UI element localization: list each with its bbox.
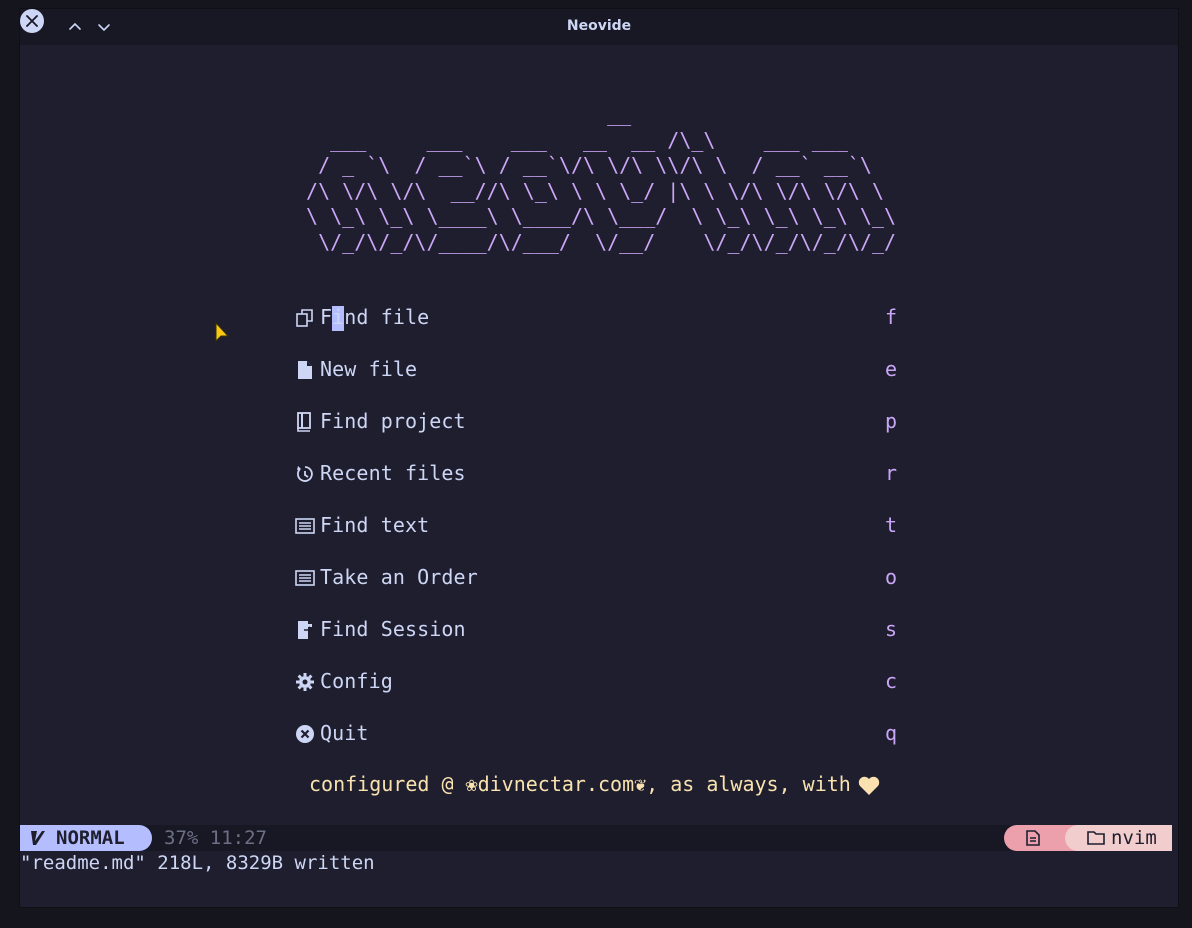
menu-label: Quit [320, 721, 369, 745]
directory-name: nvim [1111, 827, 1157, 849]
menu-key: f [885, 305, 898, 329]
dashboard-footer: configured @ ❀divnectar.com❦, as always,… [309, 772, 851, 796]
menu-key: s [885, 617, 898, 641]
menu-key: o [885, 565, 898, 589]
list-icon [295, 570, 315, 586]
menu-label: Find project [320, 409, 466, 433]
menu-item-take-an-order[interactable]: Take an Order o [295, 563, 905, 593]
menu-item-find-file[interactable]: Find file f [295, 303, 905, 333]
menu-item-recent-files[interactable]: Recent files r [295, 459, 905, 489]
session-icon [298, 621, 314, 639]
book-icon [297, 412, 311, 432]
menu-label: New file [320, 357, 418, 381]
vim-icon [31, 831, 45, 845]
menu-key: p [885, 409, 898, 433]
mode-text: NORMAL [56, 827, 125, 849]
menu-key: c [885, 669, 898, 693]
menu-item-new-file[interactable]: New file e [295, 355, 905, 385]
heart-icon [858, 776, 880, 795]
text-list-icon [295, 518, 315, 534]
mouse-pointer-icon [215, 322, 230, 343]
ascii-logo: __ ___ ___ ___ __ __ /\_\ ___ ___ / _ `\… [306, 102, 897, 254]
menu-key: t [885, 513, 898, 537]
mode-indicator: NORMAL [20, 825, 152, 851]
close-circle-icon [296, 725, 314, 743]
menu-item-find-project[interactable]: Find project p [295, 407, 905, 437]
menu-item-quit[interactable]: Quit q [295, 719, 905, 749]
menu-key: r [885, 461, 898, 485]
status-line: NORMAL 37% 11:27 nvim [20, 825, 1172, 851]
title-bar: Neovide [20, 9, 1178, 45]
menu-key: q [885, 721, 898, 745]
command-line-message: "readme.md" 218L, 8329B written [20, 852, 375, 874]
folder-icon [1087, 831, 1105, 845]
menu-label: Find text [320, 513, 430, 537]
menu-label: Find Session [320, 617, 466, 641]
menu-label: Recent files [320, 461, 466, 485]
menu-label: Take an Order [320, 565, 478, 589]
cursor-position: 37% 11:27 [164, 827, 267, 849]
window-title: Neovide [566, 18, 632, 34]
gear-icon [296, 673, 314, 691]
menu-key: e [885, 357, 898, 381]
directory-pill: nvim [1065, 825, 1172, 851]
copy-icon [296, 309, 313, 327]
file-text-icon [1026, 830, 1040, 846]
menu-item-find-text[interactable]: Find text t [295, 511, 905, 541]
neovide-window: Neovide __ ___ ___ ___ __ __ /\_\ ___ __… [20, 9, 1178, 907]
menu-label: Find file [320, 305, 430, 329]
menu-label: Config [320, 669, 393, 693]
menu-item-config[interactable]: Config c [295, 667, 905, 697]
history-icon [297, 466, 313, 482]
file-icon [298, 361, 312, 379]
menu-item-find-session[interactable]: Find Session s [295, 615, 905, 645]
